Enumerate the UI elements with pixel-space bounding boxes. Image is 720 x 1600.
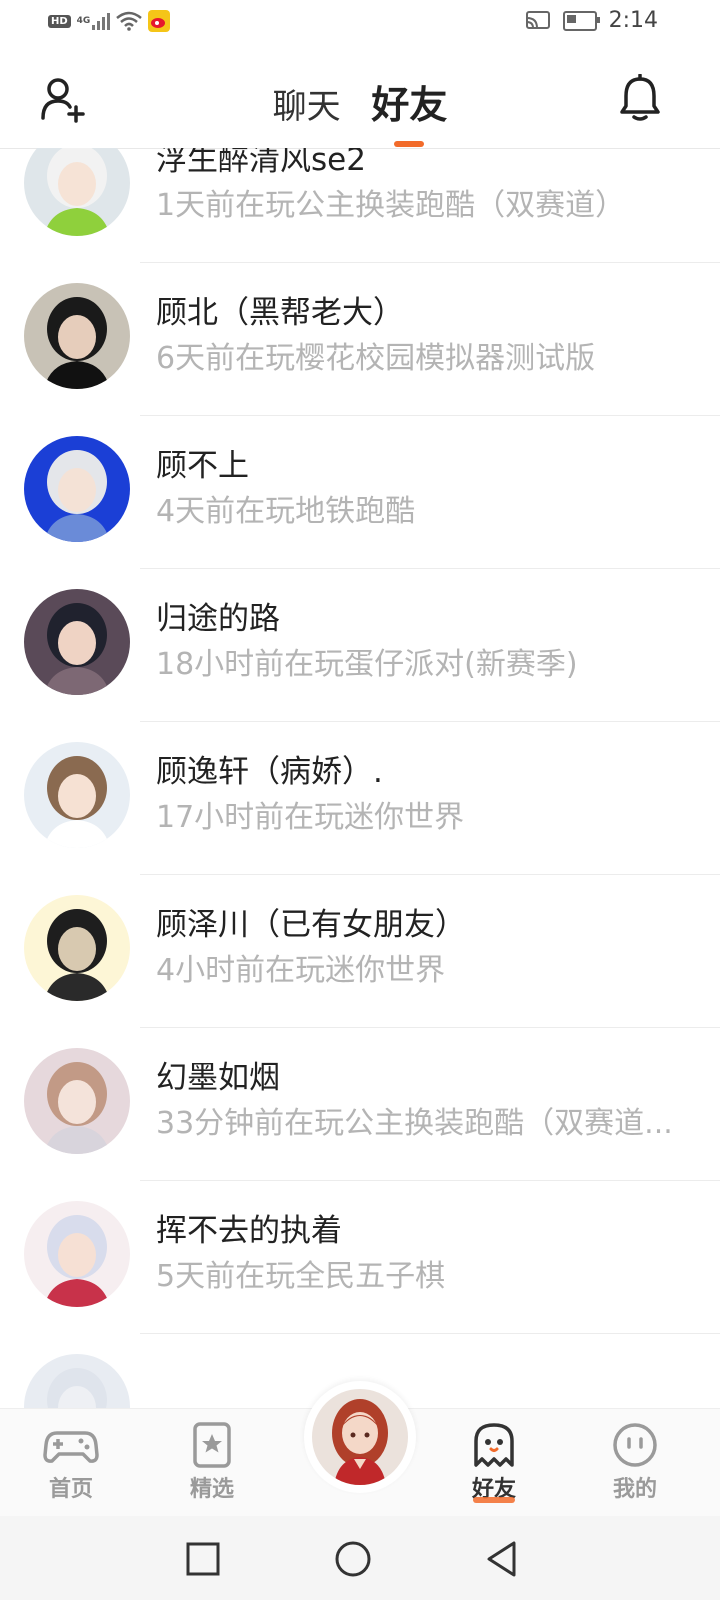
recents-square-icon[interactable] bbox=[180, 1536, 226, 1582]
friend-avatar[interactable] bbox=[24, 148, 130, 236]
friend-activity-status: 33分钟前在玩公主换装跑酷（双赛道... bbox=[156, 1106, 673, 1141]
star-bookmark-icon bbox=[193, 1422, 231, 1468]
friend-row[interactable]: 浮生醉清风se2 1天前在玩公主换装跑酷（双赛道） bbox=[0, 148, 720, 263]
weibo-icon bbox=[148, 10, 171, 32]
friend-row[interactable]: 顾北（黑帮老大） 6天前在玩樱花校园模拟器测试版 bbox=[0, 263, 720, 416]
friend-avatar[interactable] bbox=[24, 283, 130, 389]
friend-avatar[interactable] bbox=[24, 436, 130, 542]
tab-friends-bottom-label: 好友 bbox=[444, 1471, 544, 1503]
friend-name: 浮生醉清风se2 bbox=[156, 148, 366, 178]
tab-chat[interactable]: 聊天 bbox=[273, 79, 341, 128]
friend-name: 挥不去的执着 bbox=[156, 1213, 342, 1249]
header-tabs: 聊天 好友 bbox=[0, 74, 720, 129]
tab-friends[interactable]: 好友 bbox=[371, 74, 447, 129]
friend-row[interactable]: 顾不上 4天前在玩地铁跑酷 bbox=[0, 416, 720, 569]
friend-avatar[interactable] bbox=[24, 1201, 130, 1307]
cast-icon bbox=[525, 10, 550, 29]
friend-name: 顾逸轩（病娇）. bbox=[156, 754, 383, 790]
friend-avatar[interactable] bbox=[24, 742, 130, 848]
friend-row[interactable]: 幻墨如烟 33分钟前在玩公主换装跑酷（双赛道... bbox=[0, 1028, 720, 1181]
tab-friends-bottom[interactable]: 好友 bbox=[444, 1421, 544, 1503]
friend-activity-status: 18小时前在玩蛋仔派对(新赛季) bbox=[156, 647, 578, 682]
center-profile-button[interactable] bbox=[304, 1381, 416, 1493]
friend-avatar[interactable] bbox=[24, 895, 130, 1001]
friend-name: 幻墨如烟 bbox=[156, 1060, 280, 1096]
friend-activity-status: 6天前在玩樱花校园模拟器测试版 bbox=[156, 341, 596, 376]
friend-activity-status: 5天前在玩全民五子棋 bbox=[156, 1259, 446, 1294]
hd-indicator: HD bbox=[48, 14, 71, 28]
notification-bell-icon[interactable] bbox=[618, 74, 662, 122]
top-header: 聊天 好友 bbox=[0, 48, 720, 149]
friend-row[interactable]: 挥不去的执着 5天前在玩全民五子棋 bbox=[0, 1181, 720, 1334]
home-circle-icon[interactable] bbox=[330, 1536, 376, 1582]
friend-avatar[interactable] bbox=[24, 589, 130, 695]
bottom-tab-bar: 首页 精选 好友 我的 bbox=[0, 1381, 720, 1517]
clock: 2:14 bbox=[608, 8, 658, 33]
friend-row[interactable]: 顾泽川（已有女朋友） 4小时前在玩迷你世界 bbox=[0, 875, 720, 1028]
wifi-icon bbox=[116, 11, 143, 31]
back-triangle-icon[interactable] bbox=[480, 1536, 526, 1582]
tab-me-label: 我的 bbox=[612, 1477, 657, 1502]
signal-icon bbox=[92, 12, 111, 30]
system-nav-bar bbox=[0, 1516, 720, 1600]
network-type: 4G bbox=[76, 16, 91, 26]
friend-activity-status: 4天前在玩地铁跑酷 bbox=[156, 494, 416, 529]
friend-name: 顾北（黑帮老大） bbox=[156, 295, 404, 331]
smiley-face-icon bbox=[613, 1423, 657, 1467]
friend-list: 浮生醉清风se2 1天前在玩公主换装跑酷（双赛道） 顾北（黑帮老大） 6天前在玩樱花校… bbox=[0, 148, 720, 1408]
tab-featured[interactable]: 精选 bbox=[162, 1421, 262, 1503]
status-bar: HD 4G 2:14 bbox=[0, 0, 720, 48]
friend-row[interactable]: 归途的路 18小时前在玩蛋仔派对(新赛季) bbox=[0, 569, 720, 722]
tab-home-label: 首页 bbox=[48, 1477, 93, 1502]
ghost-icon bbox=[474, 1423, 514, 1467]
tab-home[interactable]: 首页 bbox=[21, 1421, 121, 1503]
gamepad-icon bbox=[43, 1431, 99, 1463]
tab-featured-label: 精选 bbox=[189, 1477, 234, 1502]
friend-activity-status: 17小时前在玩迷你世界 bbox=[156, 800, 465, 835]
friend-row[interactable]: 顾逸轩（病娇）. 17小时前在玩迷你世界 bbox=[0, 722, 720, 875]
friend-name: 顾不上 bbox=[156, 448, 249, 484]
battery-icon bbox=[562, 10, 600, 31]
friend-name: 顾泽川（已有女朋友） bbox=[156, 907, 466, 943]
friend-activity-status: 4小时前在玩迷你世界 bbox=[156, 953, 446, 988]
friend-avatar[interactable] bbox=[24, 1048, 130, 1154]
user-avatar bbox=[312, 1389, 408, 1485]
tab-me[interactable]: 我的 bbox=[585, 1421, 685, 1503]
friend-name: 归途的路 bbox=[156, 601, 280, 637]
friend-avatar[interactable] bbox=[24, 1354, 130, 1408]
friend-activity-status: 1天前在玩公主换装跑酷（双赛道） bbox=[156, 188, 626, 223]
